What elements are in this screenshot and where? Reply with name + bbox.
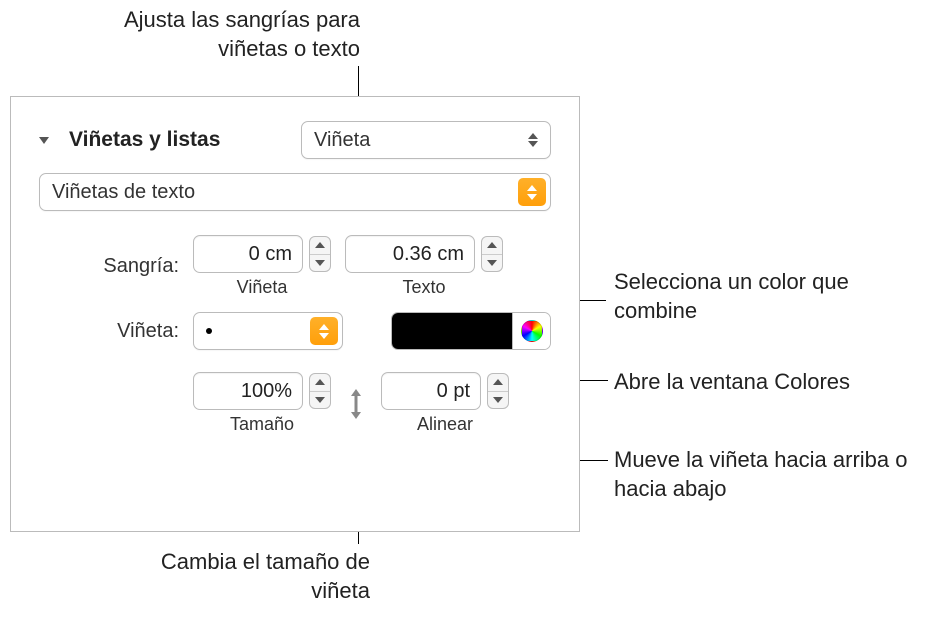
text-indent-input[interactable]: 0.36 cm: [345, 235, 475, 273]
chevron-up-icon: [487, 242, 497, 248]
chevron-up-icon: [493, 379, 503, 385]
indent-label: Sangría:: [39, 255, 179, 278]
list-type-popup[interactable]: Viñeta: [301, 121, 551, 159]
bullets-lists-panel: Viñetas y listas Viñeta Viñetas de texto…: [10, 96, 580, 532]
list-type-value: Viñeta: [314, 129, 370, 152]
callout-indent: Ajusta las sangrías para viñetas o texto: [100, 6, 360, 63]
vertical-align-icon: [345, 389, 367, 419]
disclosure-triangle-icon[interactable]: [39, 137, 49, 144]
size-input[interactable]: 100%: [193, 372, 303, 410]
bullet-indent-value: 0 cm: [249, 243, 292, 266]
bullet-dot-icon: [206, 328, 212, 334]
chevron-down-icon: [315, 397, 325, 403]
chevron-down-icon: [487, 260, 497, 266]
bullet-indent-input[interactable]: 0 cm: [193, 235, 303, 273]
align-caption: Alinear: [417, 414, 473, 435]
bullet-style-popup[interactable]: Viñetas de texto: [39, 173, 551, 211]
bullet-style-value: Viñetas de texto: [52, 181, 195, 204]
chevron-up-icon: [315, 242, 325, 248]
callout-colors-window: Abre la ventana Colores: [614, 368, 934, 397]
size-caption: Tamaño: [230, 414, 294, 435]
section-title: Viñetas y listas: [69, 128, 220, 152]
updown-icon: [310, 317, 338, 345]
align-input[interactable]: 0 pt: [381, 372, 481, 410]
updown-icon: [524, 133, 542, 147]
text-indent-caption: Texto: [402, 277, 445, 298]
bullet-indent-stepper[interactable]: [309, 236, 331, 272]
size-stepper[interactable]: [309, 373, 331, 409]
color-wheel-icon: [521, 320, 543, 342]
chevron-down-icon: [315, 260, 325, 266]
text-indent-value: 0.36 cm: [393, 243, 464, 266]
chevron-down-icon: [493, 397, 503, 403]
callout-color-match: Selecciona un color que combine: [614, 268, 924, 325]
color-well[interactable]: [392, 313, 512, 349]
callout-size: Cambia el tamaño de viñeta: [150, 548, 370, 605]
bullet-char-popup[interactable]: [193, 312, 343, 350]
align-stepper[interactable]: [487, 373, 509, 409]
callout-align: Mueve la viñeta hacia arriba o hacia aba…: [614, 446, 914, 503]
color-picker-button[interactable]: [512, 313, 550, 349]
size-value: 100%: [241, 380, 292, 403]
chevron-up-icon: [315, 379, 325, 385]
bullet-char-label: Viñeta:: [39, 320, 179, 343]
updown-icon: [518, 178, 546, 206]
bullet-indent-caption: Viñeta: [237, 277, 288, 298]
text-indent-stepper[interactable]: [481, 236, 503, 272]
align-value: 0 pt: [437, 380, 470, 403]
